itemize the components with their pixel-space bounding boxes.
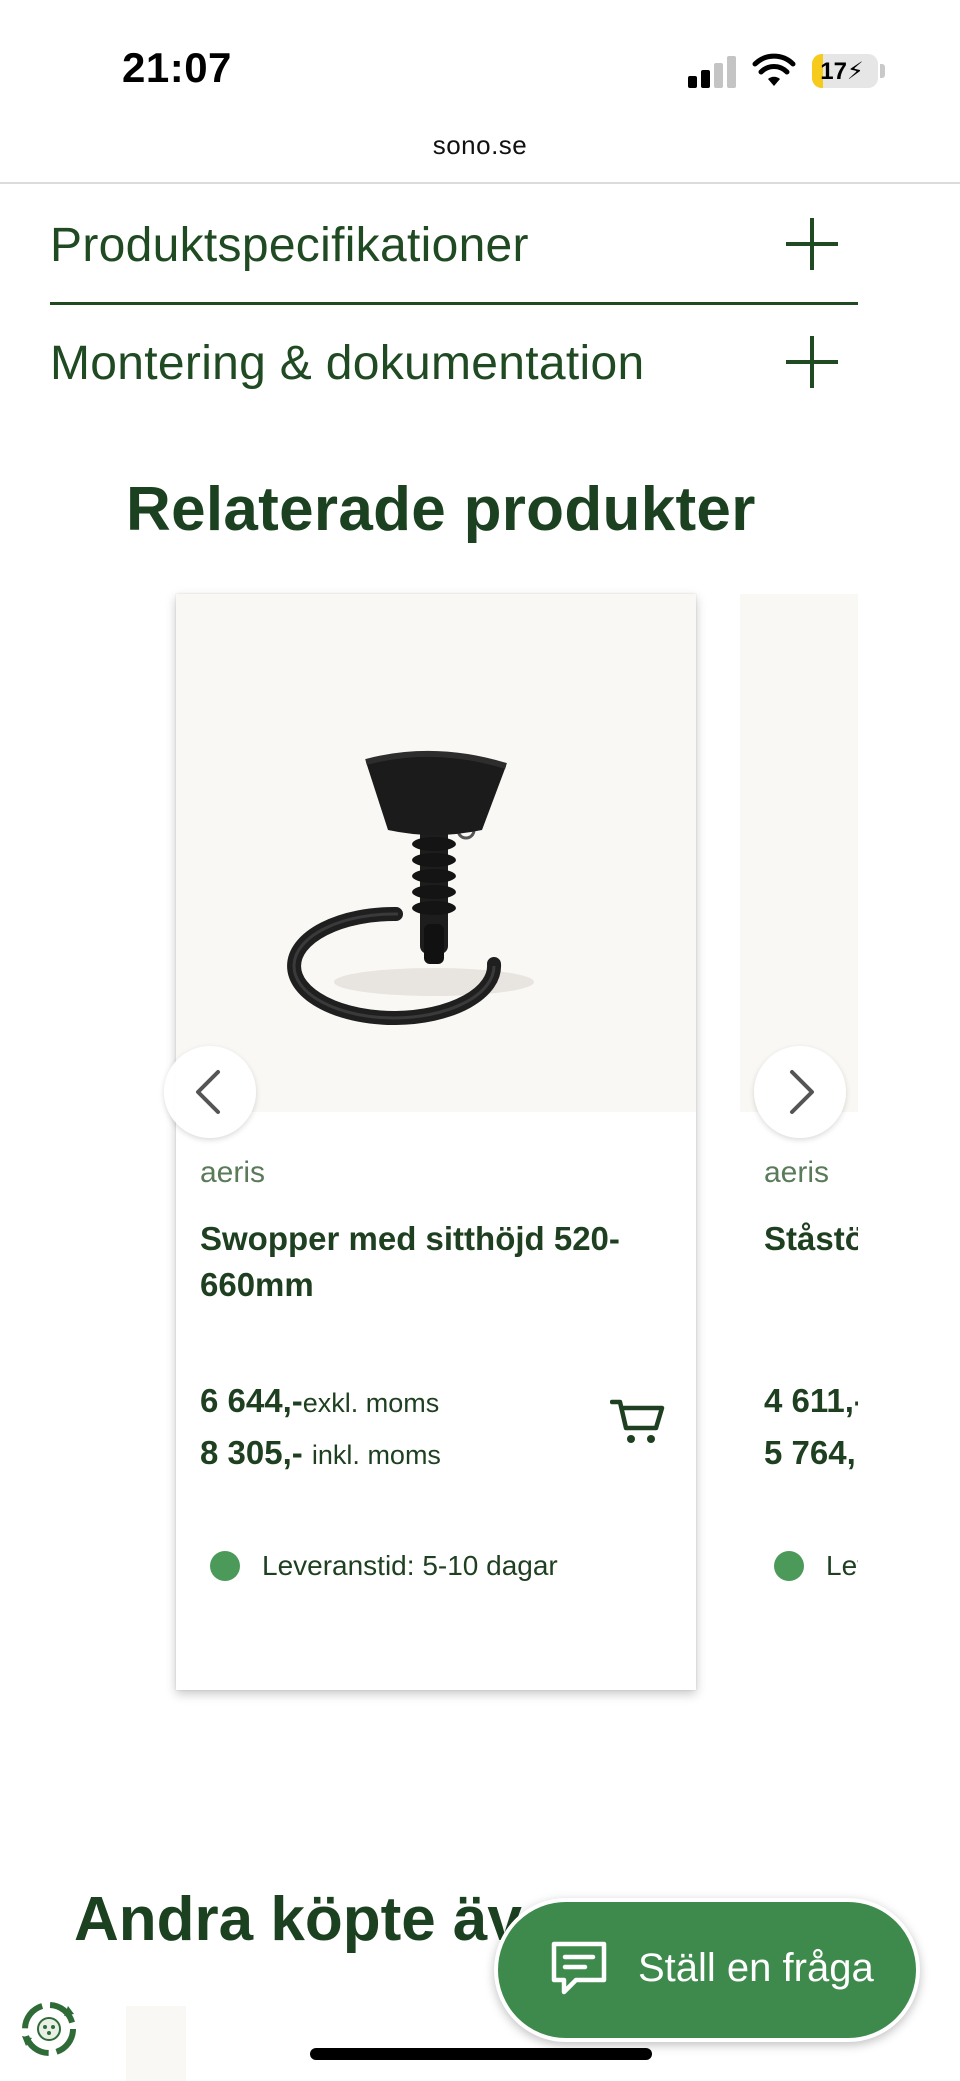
plus-icon[interactable] bbox=[786, 218, 838, 270]
delivery-status: Leveranstid: 5-10 dagar bbox=[210, 1550, 558, 1582]
product-card-partial[interactable] bbox=[126, 2006, 186, 2081]
product-brand: aeris bbox=[200, 1156, 266, 1189]
status-bar: 21:07 17⚡ bbox=[0, 0, 960, 130]
related-products-title: Relaterade produkter bbox=[126, 475, 756, 544]
others-bought-title: Andra köpte äve bbox=[74, 1885, 557, 1954]
price-incl-amount: 5 764, bbox=[764, 1434, 856, 1471]
availability-dot bbox=[774, 1550, 804, 1581]
status-time: 21:07 bbox=[122, 44, 232, 91]
signal-icon bbox=[688, 56, 736, 88]
delivery-time: Leveranstid: 5-10 dagar bbox=[262, 1550, 558, 1581]
carousel-prev-button[interactable] bbox=[164, 1046, 256, 1138]
price-excl-vat: 6 644,-exkl. moms bbox=[200, 1382, 439, 1420]
price-incl-amount: 8 305,- bbox=[200, 1434, 303, 1471]
chevron-right-icon bbox=[790, 1070, 814, 1114]
cart-icon[interactable] bbox=[610, 1396, 666, 1446]
battery-percent: 17⚡ bbox=[820, 58, 864, 85]
accordion-label: Produktspecifikationer bbox=[50, 219, 529, 272]
product-name[interactable]: Swopper med sitthöjd 520-660mm bbox=[200, 1216, 640, 1308]
product-brand: aeris bbox=[764, 1156, 830, 1189]
ask-question-label: Ställ en fråga bbox=[638, 1946, 874, 1990]
ask-question-button[interactable]: Ställ en fråga bbox=[494, 1898, 920, 2042]
product-image[interactable] bbox=[176, 594, 696, 1112]
product-card[interactable]: aeris Swopper med sitthöjd 520-660mm 6 6… bbox=[176, 594, 696, 1690]
chevron-left-icon bbox=[196, 1070, 220, 1114]
wifi-icon bbox=[752, 53, 796, 86]
battery-cap bbox=[880, 64, 885, 78]
price-excl-amount: 6 644,- bbox=[200, 1382, 303, 1419]
product-name[interactable]: Ståstö bbox=[764, 1216, 858, 1262]
browser-url[interactable]: sono.se bbox=[0, 130, 960, 161]
divider bbox=[0, 182, 960, 184]
price-excl-amount: 4 611,- bbox=[764, 1382, 858, 1419]
product-card[interactable]: aeris Ståstö 4 611,- 5 764, Lev bbox=[740, 594, 858, 1690]
home-indicator[interactable] bbox=[310, 2048, 652, 2060]
price-incl-label: inkl. moms bbox=[311, 1440, 441, 1470]
delivery-status: Lev bbox=[774, 1550, 858, 1582]
chat-icon bbox=[551, 1941, 607, 1995]
product-card-partial-container: aeris Ståstö 4 611,- 5 764, Lev bbox=[740, 594, 858, 1690]
delivery-time: Lev bbox=[826, 1550, 858, 1581]
plus-icon[interactable] bbox=[786, 336, 838, 388]
stool-illustration bbox=[287, 750, 534, 1025]
battery-charging-icon: 17⚡ bbox=[812, 54, 878, 88]
availability-dot bbox=[210, 1550, 240, 1581]
carousel-next-button[interactable] bbox=[754, 1046, 846, 1138]
recycle-icon[interactable] bbox=[16, 1996, 82, 2062]
product-image[interactable] bbox=[740, 594, 858, 1112]
price-incl-vat: 8 305,- inkl. moms bbox=[200, 1434, 441, 1472]
price-excl-label: exkl. moms bbox=[302, 1388, 440, 1418]
accordion-label: Montering & dokumentation bbox=[50, 337, 645, 390]
accordion-product-specs[interactable]: Produktspecifikationer bbox=[50, 198, 858, 298]
accordion-mounting-docs[interactable]: Montering & dokumentation bbox=[50, 316, 858, 416]
accordion-divider bbox=[50, 302, 858, 305]
